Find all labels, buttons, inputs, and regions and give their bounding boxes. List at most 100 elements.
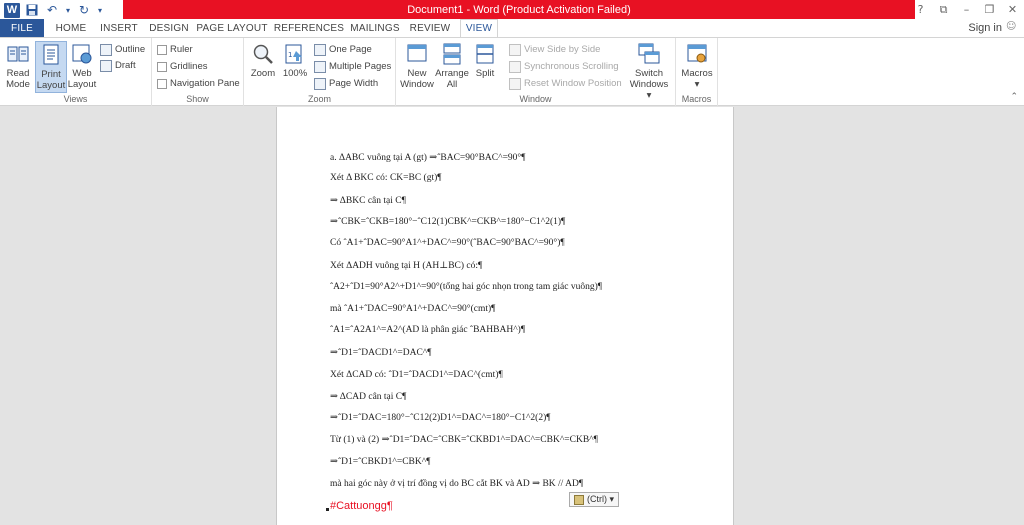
customize-qat-icon[interactable]: ▾: [96, 2, 104, 18]
sign-in-link[interactable]: Sign in: [968, 22, 1002, 34]
tab-mailings[interactable]: MAILINGS: [349, 19, 401, 37]
redo-icon[interactable]: ↻: [76, 2, 92, 18]
tab-home[interactable]: HOME: [50, 19, 92, 37]
tab-file[interactable]: FILE: [0, 19, 44, 37]
save-icon[interactable]: [24, 2, 40, 18]
multiple-pages-icon: [314, 60, 326, 73]
ribbon-view: Read Mode Print Layout Web Layout Outlin…: [0, 37, 1024, 106]
new-window-label-2: Window: [400, 79, 434, 90]
group-macros: Macros ▾ Macros: [676, 38, 718, 106]
paste-options-button[interactable]: (Ctrl) ▾: [569, 492, 620, 507]
undo-icon[interactable]: ↶: [44, 2, 60, 18]
ruler-checkbox[interactable]: Ruler: [157, 42, 193, 57]
doc-line-1[interactable]: a. ΔABC vuông tại A (gt) ⇒ˆBAC=90°BAC^=9…: [330, 152, 526, 163]
print-layout-button[interactable]: Print Layout: [35, 41, 67, 93]
tab-view[interactable]: VIEW: [460, 19, 498, 38]
switch-windows-label-1: Switch: [635, 68, 663, 79]
view-side-by-side-button[interactable]: View Side by Side: [509, 42, 600, 57]
split-button[interactable]: Split: [472, 41, 498, 79]
tab-design[interactable]: DESIGN: [147, 19, 191, 37]
web-layout-button[interactable]: Web Layout: [68, 41, 96, 90]
magnifier-icon: [251, 41, 275, 67]
macros-label-1: Macros: [681, 68, 713, 79]
read-mode-button[interactable]: Read Mode: [3, 41, 33, 90]
account-icon[interactable]: ☺: [1006, 21, 1018, 33]
view-side-by-side-label: View Side by Side: [524, 44, 601, 55]
reset-window-position-icon: [509, 77, 521, 90]
doc-line-6[interactable]: Xét ΔADH vuông tại H (AH⊥BC) có:¶: [330, 260, 482, 271]
document-area: a. ΔABC vuông tại A (gt) ⇒ˆBAC=90°BAC^=9…: [0, 107, 1024, 525]
tab-page-layout[interactable]: PAGE LAYOUT: [196, 19, 268, 37]
undo-dropdown-icon[interactable]: ▾: [64, 2, 72, 18]
doc-line-8[interactable]: mà ˆA1+ˆDAC=90°A1^+DAC^=90°(cmt)¶: [330, 304, 495, 314]
navigation-pane-check-box[interactable]: [157, 78, 167, 89]
navigation-pane-label: Navigation Pane: [170, 78, 240, 89]
doc-line-4[interactable]: ⇒ˆCBK=ˆCKB=180°−ˆC12(1)CBK^=CKB^=180°−C1…: [330, 216, 565, 227]
ruler-check-box[interactable]: [157, 44, 167, 55]
doc-line-11[interactable]: Xét ΔCAD có: ˆD1=ˆDACD1^=DAC^(cmt)¶: [330, 370, 503, 380]
zoom-100-button[interactable]: 1 100%: [282, 41, 308, 79]
group-zoom: Zoom 1 100% One Page Multiple Pages Page…: [244, 38, 396, 106]
ribbon-display-options-icon[interactable]: ⧉: [932, 0, 955, 19]
doc-line-16[interactable]: mà hai góc này ở vị trí đồng vị do BC cắ…: [330, 478, 583, 489]
reset-window-position-button[interactable]: Reset Window Position: [509, 76, 622, 91]
tab-insert[interactable]: INSERT: [97, 19, 141, 37]
gridlines-label: Gridlines: [170, 61, 208, 72]
view-side-by-side-icon: [509, 43, 521, 56]
doc-line-12[interactable]: ⇒ ΔCAD cân tại C¶: [330, 391, 406, 402]
minimize-icon[interactable]: –: [955, 0, 978, 19]
zoom-group-label: Zoom: [307, 94, 331, 104]
doc-line-9[interactable]: ˆA1=ˆA2A1^=A2^(AD là phân giác ˆBAHBAH^)…: [330, 325, 525, 335]
doc-line-13[interactable]: ⇒ˆD1=ˆDAC=180°−ˆC12(2)D1^=DAC^=180°−C1^2…: [330, 412, 551, 423]
doc-line-5[interactable]: Có ˆA1+ˆDAC=90°A1^+DAC^=90°(ˆBAC=90°BAC^…: [330, 238, 565, 248]
doc-line-10[interactable]: ⇒ˆD1=ˆDACD1^=DAC^¶: [330, 347, 432, 358]
gridlines-checkbox[interactable]: Gridlines: [157, 59, 208, 74]
document-page[interactable]: a. ΔABC vuông tại A (gt) ⇒ˆBAC=90°BAC^=9…: [276, 107, 734, 525]
macros-group-label: Macros: [681, 94, 712, 104]
clipboard-icon: [574, 494, 584, 505]
arrange-all-button[interactable]: Arrange All: [435, 41, 469, 90]
page-icon: [39, 42, 63, 68]
one-page-button[interactable]: One Page: [314, 42, 372, 57]
new-window-label-1: New: [407, 68, 427, 79]
window-title: Document1 - Word (Product Activation Fai…: [123, 0, 915, 19]
zoom-label: Zoom: [250, 68, 276, 79]
switch-windows-icon: [637, 41, 661, 67]
book-icon: [6, 41, 30, 67]
doc-line-7[interactable]: ˆA2+ˆD1=90°A2^+D1^=90°(tổng hai góc nhọn…: [330, 282, 602, 292]
help-icon[interactable]: ?: [909, 0, 932, 19]
bullet-marker: [326, 508, 329, 511]
restore-icon[interactable]: ❐: [978, 0, 1001, 19]
multiple-pages-button[interactable]: Multiple Pages: [314, 59, 391, 74]
quick-access-toolbar: W ↶ ▾ ↻ ▾: [4, 1, 104, 19]
gridlines-check-box[interactable]: [157, 61, 167, 72]
page-width-button[interactable]: Page Width: [314, 76, 378, 91]
switch-windows-button[interactable]: Switch Windows ▾: [628, 41, 670, 101]
collapse-ribbon-icon[interactable]: ⌃: [1010, 92, 1018, 102]
group-window: New Window Arrange All Split View Side b…: [396, 38, 676, 106]
doc-line-3[interactable]: ⇒ ΔBKC cân tại C¶: [330, 195, 406, 206]
synchronous-scrolling-button[interactable]: Synchronous Scrolling: [509, 59, 619, 74]
read-mode-label-2: Mode: [6, 79, 30, 90]
doc-line-15[interactable]: ⇒ˆD1=ˆCBKD1^=CBK^¶: [330, 456, 431, 467]
split-icon: [473, 41, 497, 67]
group-views: Read Mode Print Layout Web Layout Outlin…: [0, 38, 152, 106]
doc-line-14[interactable]: Từ (1) và (2) ⇒ˆD1=ˆDAC=ˆCBK=ˆCKBD1^=DAC…: [330, 434, 598, 445]
print-layout-label-2: Layout: [36, 80, 66, 91]
macros-button[interactable]: Macros ▾: [680, 41, 714, 90]
page-width-icon: [314, 77, 326, 90]
zoom-button[interactable]: Zoom: [250, 41, 276, 79]
doc-line-2[interactable]: Xét Δ BKC có: CK=BC (gt)¶: [330, 173, 442, 183]
tab-review[interactable]: REVIEW: [406, 19, 454, 37]
close-icon[interactable]: ✕: [1001, 0, 1024, 19]
tab-references[interactable]: REFERENCES: [274, 19, 344, 37]
outline-button[interactable]: Outline: [100, 42, 145, 57]
new-window-button[interactable]: New Window: [399, 41, 435, 90]
navigation-pane-checkbox[interactable]: Navigation Pane: [157, 76, 240, 91]
web-layout-label-1: Web: [72, 68, 92, 79]
draft-button[interactable]: Draft: [100, 58, 136, 73]
word-logo-icon[interactable]: W: [4, 2, 20, 18]
ribbon-tabs: FILE HOME INSERT DESIGN PAGE LAYOUT REFE…: [0, 19, 1024, 38]
hashtag-text[interactable]: #Cattuongg¶: [330, 500, 393, 512]
page-width-label: Page Width: [329, 78, 379, 89]
